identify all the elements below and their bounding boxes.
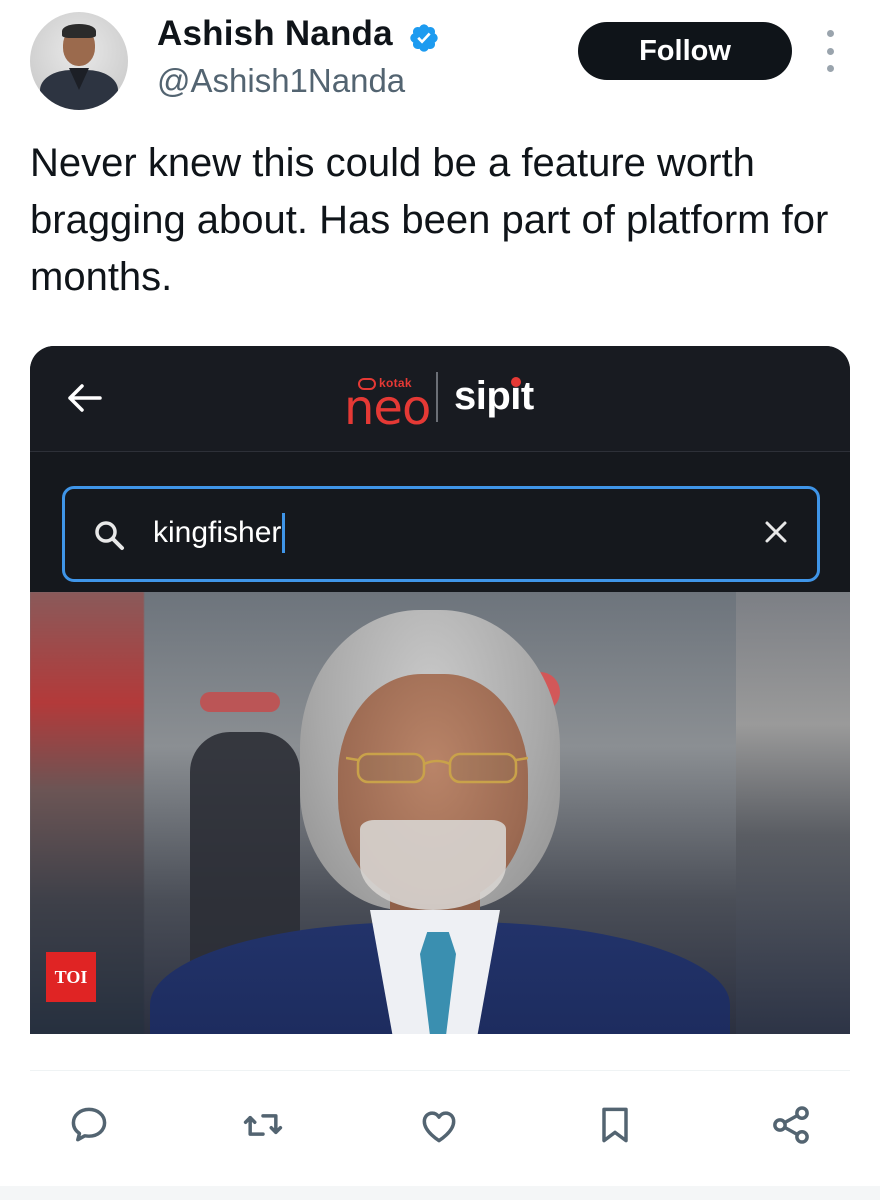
logo-divider (436, 372, 438, 422)
more-options-icon[interactable] (818, 30, 842, 72)
search-value[interactable]: kingfisher (153, 513, 286, 553)
reply-button[interactable] (64, 1100, 114, 1150)
photo-right-strip (736, 592, 850, 1034)
verified-badge-icon (410, 24, 438, 52)
sipit-logo: sipit (454, 374, 534, 418)
glasses-icon (346, 752, 528, 784)
tweet-text: Never knew this could be a feature worth… (30, 141, 829, 299)
news-photo: TOI (30, 592, 850, 1034)
search-icon (95, 521, 124, 550)
more-dot (826, 47, 834, 55)
avatar-hair (62, 24, 96, 38)
retweet-icon (243, 1114, 283, 1136)
bottom-strip (0, 1186, 880, 1200)
share-button[interactable] (766, 1100, 816, 1150)
search-input[interactable]: kingfisher (62, 486, 820, 582)
reply-icon (71, 1107, 107, 1142)
follow-button[interactable]: Follow (578, 22, 792, 80)
person-beard (360, 820, 506, 910)
sipit-logo-dot (511, 377, 521, 387)
background-light (200, 692, 280, 712)
bookmark-icon (602, 1107, 628, 1143)
like-button[interactable] (414, 1100, 464, 1150)
author-name[interactable]: Ashish Nanda (157, 14, 393, 54)
more-dot (826, 65, 834, 72)
neo-logo: neo (344, 380, 431, 436)
app-bar: kotak neo sipit (30, 346, 850, 452)
action-divider (30, 1070, 850, 1071)
back-arrow-icon[interactable] (66, 382, 102, 414)
more-dot (826, 30, 834, 37)
app-bar-divider (30, 451, 850, 452)
tweet-header: Ashish Nanda @Ashish1Nanda Follow (0, 0, 880, 120)
share-icon (773, 1106, 809, 1144)
avatar[interactable] (30, 12, 128, 110)
author-handle[interactable]: @Ashish1Nanda (157, 62, 405, 100)
tweet-actions (0, 1100, 880, 1160)
bookmark-button[interactable] (590, 1100, 640, 1150)
like-icon (422, 1111, 456, 1143)
tweet-media[interactable]: kotak neo sipit kingfisher TOI (30, 346, 850, 1034)
close-icon[interactable] (763, 519, 789, 545)
retweet-button[interactable] (238, 1100, 288, 1150)
toi-badge: TOI (46, 952, 96, 1002)
